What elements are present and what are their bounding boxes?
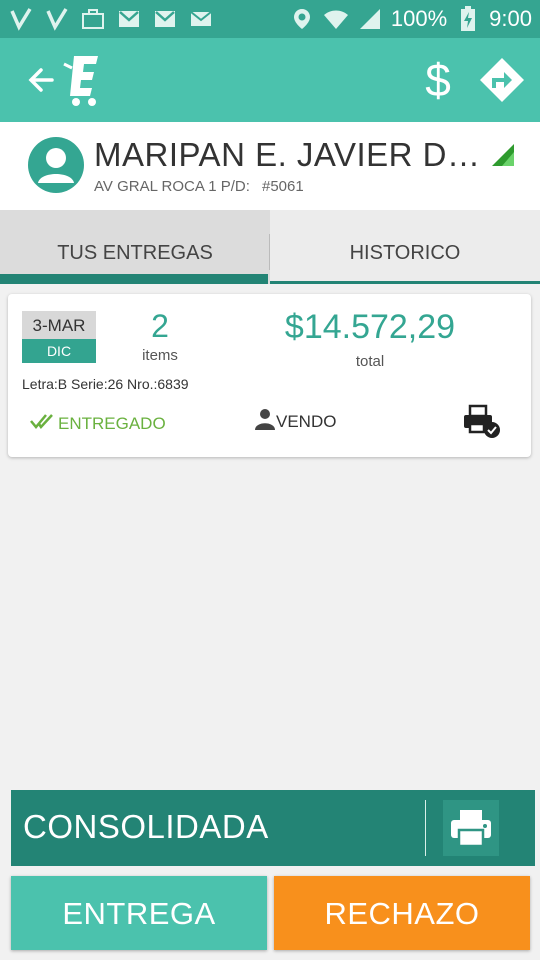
battery-charging-icon <box>455 6 481 32</box>
rechazo-button[interactable]: RECHAZO <box>274 876 530 950</box>
print-check-icon[interactable] <box>462 404 502 440</box>
tab-bar: TUS ENTREGAS HISTORICO <box>0 210 540 284</box>
tab-tus-entregas[interactable]: TUS ENTREGAS <box>0 210 270 284</box>
signal-indicator-icon <box>492 144 516 166</box>
total-value: $14.572,29 <box>284 308 456 346</box>
consolidated-label: CONSOLIDADA <box>23 808 269 845</box>
mail-icon <box>188 6 214 32</box>
wifi-icon <box>323 6 349 32</box>
clock: 9:00 <box>489 6 532 31</box>
briefcase-icon <box>80 6 106 32</box>
items-count: 2 items <box>128 308 192 364</box>
back-arrow-icon[interactable] <box>24 60 64 100</box>
gmail-icon <box>152 6 178 32</box>
status-bar: 100% 9:00 <box>0 0 540 38</box>
seller: VENDO <box>254 408 336 435</box>
person-icon <box>254 408 276 435</box>
gmail-icon <box>116 6 142 32</box>
route-icon[interactable] <box>478 56 526 104</box>
avatar <box>28 137 84 193</box>
items-number: 2 <box>151 308 169 344</box>
system-status: 100% 9:00 <box>289 6 532 32</box>
total-amount: $14.572,29 total <box>270 308 470 370</box>
tab-historico[interactable]: HISTORICO <box>270 210 540 284</box>
app-bar: $ <box>0 38 540 122</box>
client-name: MARIPAN E. JAVIER DESCOTTE <box>94 136 484 173</box>
double-check-icon <box>30 412 58 435</box>
items-label: items <box>142 347 178 364</box>
delivery-card[interactable]: 3-MAR DIC 2 items $14.572,29 total Letra… <box>8 294 531 457</box>
check-icon <box>8 6 34 32</box>
battery-percent: 100% <box>390 6 448 31</box>
tab-indicator <box>270 281 540 284</box>
notification-icons <box>8 6 214 32</box>
consolidated-bar[interactable]: CONSOLIDADA <box>11 790 535 866</box>
app-logo-icon <box>62 52 110 108</box>
tab-divider <box>269 234 270 270</box>
entrega-button[interactable]: ENTREGA <box>11 876 267 950</box>
location-icon <box>289 6 315 32</box>
date-badge: 3-MAR DIC <box>22 311 96 363</box>
check-icon <box>44 6 70 32</box>
seller-name: VENDO <box>276 411 337 431</box>
total-label: total <box>355 353 385 370</box>
client-id: #5061 <box>262 178 304 195</box>
client-address: AV GRAL ROCA 1 P/D: <box>94 178 250 195</box>
consolidated-divider <box>425 800 426 856</box>
date-month: DIC <box>22 339 96 363</box>
status-label: ENTREGADO <box>58 413 166 433</box>
dollar-icon[interactable]: $ <box>418 52 458 108</box>
signal-icon <box>357 6 383 32</box>
document-number: Letra:B Serie:26 Nro.:6839 <box>22 376 189 392</box>
print-button[interactable] <box>443 800 499 856</box>
status-badge: ENTREGADO <box>30 412 166 435</box>
client-header: MARIPAN E. JAVIER DESCOTTE AV GRAL ROCA … <box>0 122 540 210</box>
tab-indicator-active <box>0 274 268 284</box>
date-day: 3-MAR <box>22 311 96 339</box>
